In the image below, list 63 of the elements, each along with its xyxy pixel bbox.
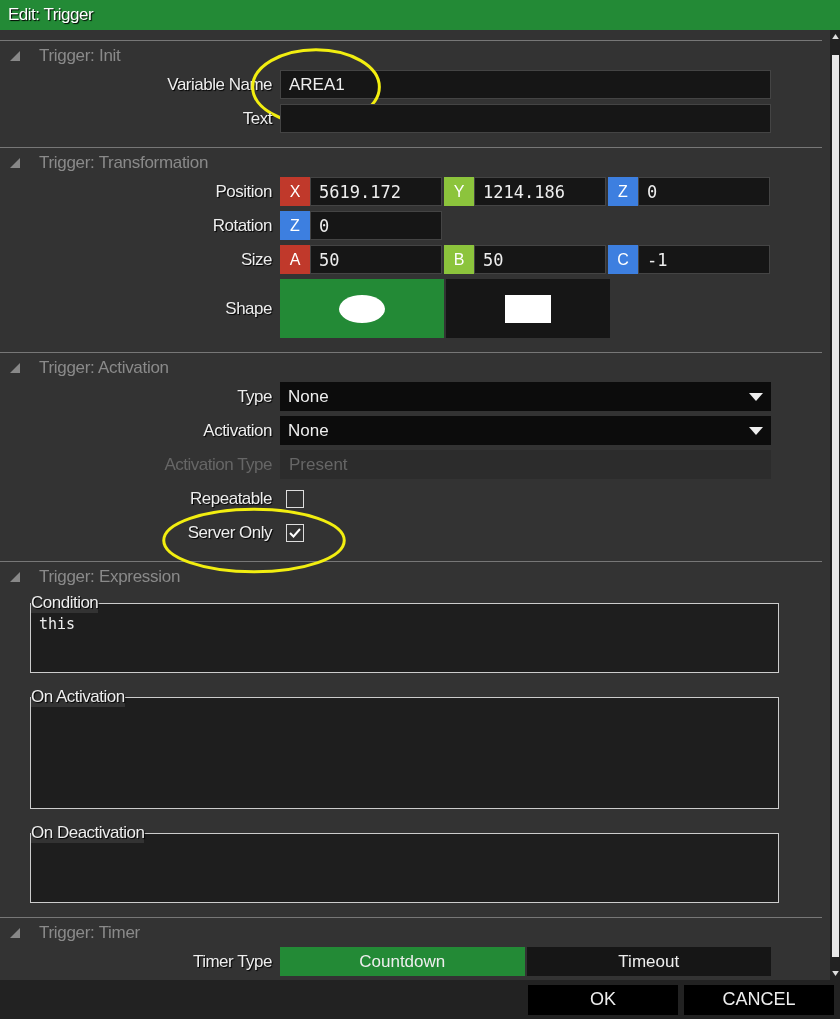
section-title: Trigger: Expression xyxy=(39,566,181,587)
field-label: Repeatable xyxy=(190,488,272,509)
number-field[interactable]: 50 xyxy=(310,245,442,274)
code-editor[interactable]: Condition this xyxy=(30,593,779,673)
scrollbar[interactable] xyxy=(830,30,840,980)
dialog-button[interactable]: CANCEL xyxy=(684,984,834,1015)
number-field[interactable]: 5619.172 xyxy=(310,177,442,206)
code-editor[interactable]: On Deactivation xyxy=(30,823,779,903)
dialog-button[interactable]: OK xyxy=(528,984,678,1015)
field-label: Size xyxy=(240,249,272,270)
collapse-triangle-icon[interactable] xyxy=(9,361,21,374)
code-editor-label: On Deactivation xyxy=(31,823,145,843)
code-editor[interactable]: On Activation xyxy=(30,687,779,809)
field-label: Activation xyxy=(203,420,272,441)
number-field[interactable]: 50 xyxy=(474,245,606,274)
field-label: Position xyxy=(215,181,272,202)
section-title: Trigger: Timer xyxy=(39,922,140,943)
dropdown[interactable]: None xyxy=(280,416,771,445)
field-label: Timer Type xyxy=(192,951,272,972)
checkmark-icon xyxy=(289,527,301,538)
field-label: Type xyxy=(237,386,272,407)
rectangle-icon xyxy=(505,294,551,323)
ellipse-icon xyxy=(339,294,385,323)
code-text: this xyxy=(39,615,77,633)
section-title: Trigger: Init xyxy=(39,45,121,66)
collapse-triangle-icon[interactable] xyxy=(9,570,21,583)
field-label: Rotation xyxy=(212,215,272,236)
rectangle-shape-button[interactable] xyxy=(446,279,610,338)
number-field[interactable]: 0 xyxy=(638,177,770,206)
text-field[interactable] xyxy=(280,104,771,133)
collapse-triangle-icon[interactable] xyxy=(9,49,21,62)
caret-icon xyxy=(749,392,763,401)
dropdown[interactable]: None xyxy=(280,382,771,411)
axis-badge: A xyxy=(280,245,310,274)
code-editor-label: Condition xyxy=(31,593,99,613)
option-button[interactable]: Timeout xyxy=(526,947,771,976)
scroll-down-icon[interactable] xyxy=(831,971,839,976)
window-title: Edit: Trigger xyxy=(8,5,94,25)
field-label: Server Only xyxy=(187,522,272,543)
axis-badge: Z xyxy=(280,211,310,240)
collapse-triangle-icon[interactable] xyxy=(9,156,21,169)
number-field[interactable]: 1214.186 xyxy=(474,177,606,206)
checkbox[interactable] xyxy=(286,523,304,542)
number-field[interactable]: 0 xyxy=(310,211,442,240)
number-field[interactable]: -1 xyxy=(638,245,770,274)
collapse-triangle-icon[interactable] xyxy=(9,926,21,939)
caret-icon xyxy=(749,426,763,435)
section-title: Trigger: Transformation xyxy=(39,152,209,173)
scrollbar-thumb[interactable] xyxy=(831,55,839,957)
option-button[interactable]: Countdown xyxy=(280,947,525,976)
checkbox[interactable] xyxy=(286,489,304,508)
ellipse-shape-button[interactable] xyxy=(280,279,444,338)
field-label: Shape xyxy=(225,298,272,319)
axis-badge: Z xyxy=(608,177,638,206)
section-title: Trigger: Activation xyxy=(39,357,169,378)
code-editor-label: On Activation xyxy=(31,687,125,707)
field-label: Text xyxy=(242,108,272,129)
text-field[interactable]: AREA1 xyxy=(280,70,771,99)
scroll-up-icon[interactable] xyxy=(831,34,839,39)
axis-badge: B xyxy=(444,245,474,274)
axis-badge: X xyxy=(280,177,310,206)
axis-badge: C xyxy=(608,245,638,274)
axis-badge: Y xyxy=(444,177,474,206)
